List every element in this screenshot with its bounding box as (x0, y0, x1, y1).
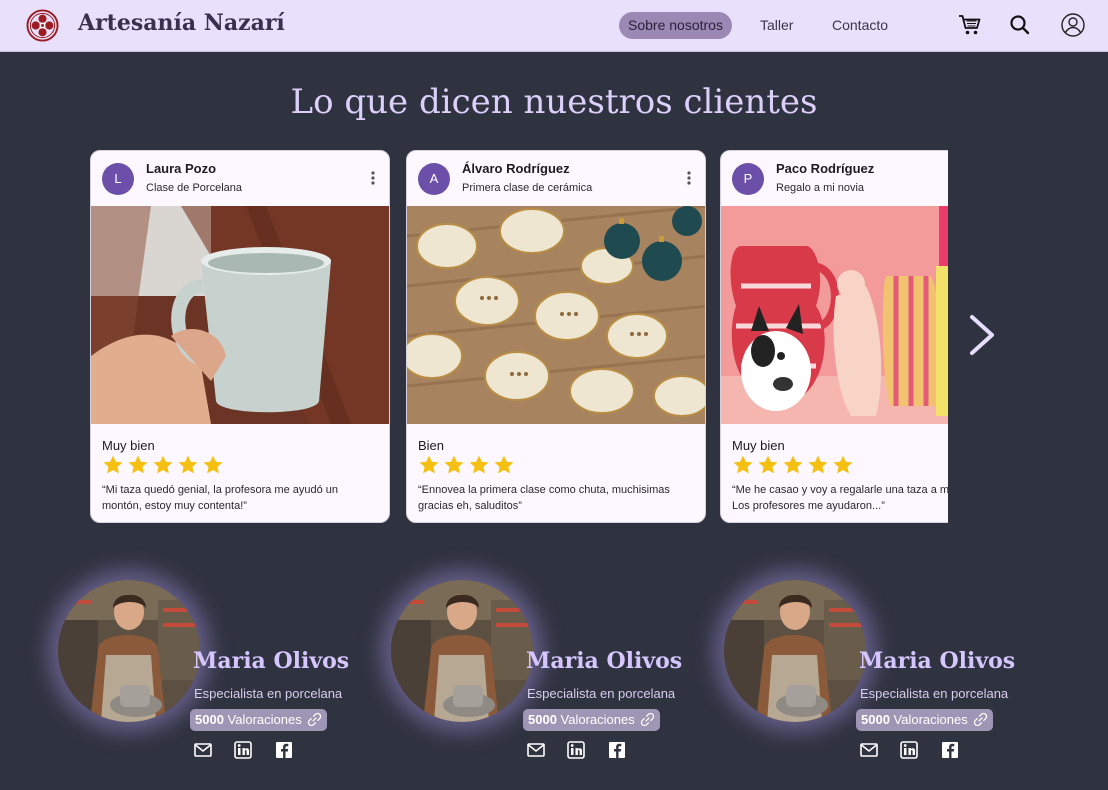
testimonials-carousel: L Laura Pozo Clase de Porcelana Muy bien… (90, 150, 948, 525)
facebook-icon[interactable] (274, 740, 294, 760)
potter-image (391, 580, 533, 722)
ratings-count: 5000 (195, 712, 224, 727)
team-member-photo (391, 580, 533, 722)
team-member-name: Maria Olivos (859, 648, 1016, 674)
ratings-label: Valoraciones (560, 712, 635, 727)
team-member-photo (724, 580, 866, 722)
rating-label: Muy bien (732, 438, 785, 453)
link-icon (307, 712, 321, 727)
email-icon[interactable] (526, 740, 546, 760)
team-member-role: Especialista en porcelana (860, 686, 1009, 701)
cup-photo (91, 206, 389, 424)
star-icon (444, 455, 464, 474)
facebook-icon[interactable] (607, 740, 627, 760)
potter-image (724, 580, 866, 722)
link-icon (973, 712, 987, 727)
ratings-badge[interactable]: 5000 Valoraciones (523, 709, 660, 731)
team-member-card: Maria Olivos Especialista en porcelana 5… (391, 580, 721, 770)
star-icon (128, 455, 148, 474)
user-account-icon[interactable] (1060, 12, 1086, 38)
team-member-photo (58, 580, 200, 722)
testimonial-card[interactable]: L Laura Pozo Clase de Porcelana Muy bien… (90, 150, 390, 523)
reviewer-subtitle: Regalo a mi novia (776, 182, 865, 194)
nav-taller[interactable]: Taller (751, 12, 802, 39)
reviewer-name: Paco Rodríguez (776, 161, 875, 176)
star-icon (103, 455, 123, 474)
testimonials-heading: Lo que dicen nuestros clientes (290, 82, 818, 122)
more-options-icon[interactable] (371, 171, 375, 185)
ratings-badge[interactable]: 5000 Valoraciones (190, 709, 327, 731)
star-icon (494, 455, 514, 474)
nav-contacto[interactable]: Contacto (823, 12, 897, 39)
team-member-role: Especialista en porcelana (194, 686, 343, 701)
brand-name[interactable]: Artesanía Nazarí (78, 10, 285, 36)
rating-label: Bien (418, 438, 445, 453)
team-member-name: Maria Olivos (193, 648, 350, 674)
link-icon (640, 712, 654, 727)
avatar: P (732, 163, 764, 195)
potter-image (58, 580, 200, 722)
rating-label: Muy bien (102, 438, 155, 453)
reviewer-subtitle: Clase de Porcelana (146, 182, 243, 194)
testimonial-card[interactable]: A Álvaro Rodríguez Primera clase de cerá… (406, 150, 706, 523)
team-member-role: Especialista en porcelana (527, 686, 676, 701)
star-icon (153, 455, 173, 474)
linkedin-icon[interactable] (233, 740, 253, 760)
ratings-count: 5000 (528, 712, 557, 727)
ceramic-pomegranates-photo (407, 206, 705, 424)
facebook-icon[interactable] (940, 740, 960, 760)
top-navigation-bar: Artesanía Nazarí Sobre nosotros Taller C… (0, 0, 1108, 52)
ratings-label: Valoraciones (893, 712, 968, 727)
avatar: L (102, 163, 134, 195)
star-icon (733, 455, 753, 474)
star-icon (783, 455, 803, 474)
logo-icon[interactable] (26, 9, 59, 42)
star-icon (203, 455, 223, 474)
ratings-badge[interactable]: 5000 Valoraciones (856, 709, 993, 731)
reviewer-subtitle: Primera clase de cerámica (462, 182, 593, 194)
more-options-icon[interactable] (687, 171, 691, 185)
team-member-name: Maria Olivos (526, 648, 683, 674)
email-icon[interactable] (859, 740, 879, 760)
star-icon (178, 455, 198, 474)
reviewer-name: Laura Pozo (146, 161, 217, 176)
star-icon (833, 455, 853, 474)
linkedin-icon[interactable] (566, 740, 586, 760)
star-rating (102, 454, 227, 478)
review-text: “Ennovea la primera clase como chuta, mu… (418, 484, 670, 512)
pottery-collection-photo (721, 206, 948, 424)
ratings-label: Valoraciones (227, 712, 302, 727)
carousel-next-arrow-icon[interactable] (966, 313, 998, 357)
star-rating (418, 454, 518, 478)
ratings-count: 5000 (861, 712, 890, 727)
testimonial-card[interactable]: P Paco Rodríguez Regalo a mi novia Muy b… (720, 150, 948, 523)
reviewer-name: Álvaro Rodríguez (462, 161, 570, 176)
review-text: “Me he casao y voy a regalarle una taza … (732, 484, 948, 512)
star-rating (732, 454, 857, 478)
team-member-card: Maria Olivos Especialista en porcelana 5… (724, 580, 1054, 770)
star-icon (419, 455, 439, 474)
search-icon[interactable] (1007, 12, 1033, 38)
email-icon[interactable] (193, 740, 213, 760)
star-icon (808, 455, 828, 474)
cart-icon[interactable] (957, 12, 983, 38)
team-member-card: Maria Olivos Especialista en porcelana 5… (58, 580, 388, 770)
star-icon (758, 455, 778, 474)
avatar: A (418, 163, 450, 195)
star-icon (469, 455, 489, 474)
review-text: “Mi taza quedó genial, la profesora me a… (102, 484, 339, 512)
nav-sobre-nosotros[interactable]: Sobre nosotros (619, 12, 732, 39)
linkedin-icon[interactable] (899, 740, 919, 760)
